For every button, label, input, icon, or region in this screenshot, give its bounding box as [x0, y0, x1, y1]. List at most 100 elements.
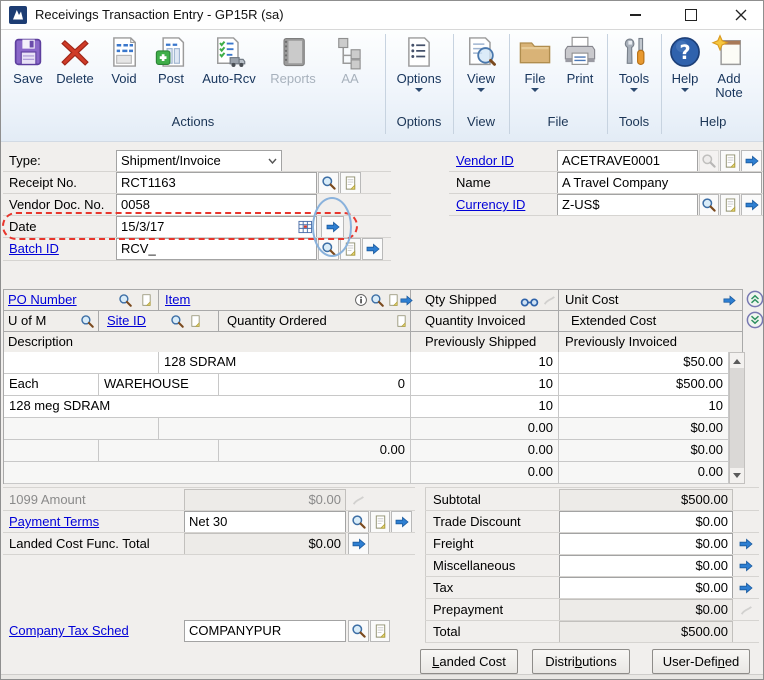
site-id-lookup-icon[interactable] — [169, 313, 185, 329]
landed-cost-total-expansion-button[interactable] — [348, 533, 369, 555]
item-lookup-icon[interactable] — [369, 292, 385, 308]
cell-u-of-m[interactable]: Each — [4, 374, 99, 396]
vendor-id-expansion-button[interactable] — [741, 150, 762, 172]
receipt-no-lookup-button[interactable] — [318, 172, 339, 194]
tax-expansion-button[interactable] — [735, 577, 756, 599]
u-of-m-lookup-icon[interactable] — [79, 313, 95, 329]
grid-scrollbar[interactable] — [729, 352, 745, 484]
cell-quantity-invoiced[interactable]: 0.00 — [411, 440, 559, 462]
vendor-doc-no-field[interactable]: 0058 — [116, 194, 317, 216]
cell-extended-cost[interactable]: $500.00 — [559, 374, 729, 396]
calendar-icon[interactable] — [298, 220, 313, 234]
cell-quantity-invoiced[interactable]: 10 — [411, 374, 559, 396]
cell-item[interactable]: 128 SDRAM — [159, 352, 411, 374]
delete-button[interactable]: Delete — [51, 33, 99, 86]
quantity-ordered-note-icon[interactable] — [393, 313, 409, 329]
payment-terms-note-button[interactable] — [370, 511, 390, 533]
payment-terms-field[interactable]: Net 30 — [184, 511, 346, 533]
site-id-note-icon[interactable] — [187, 313, 203, 329]
company-tax-sched-label[interactable]: Company Tax Sched — [9, 620, 129, 642]
scroll-up-button[interactable] — [730, 353, 744, 368]
tax-field[interactable]: $0.00 — [559, 577, 733, 599]
view-button[interactable]: View — [459, 33, 503, 96]
currency-id-field[interactable]: Z-US$ — [557, 194, 698, 216]
hide-details-button[interactable] — [746, 311, 763, 329]
currency-id-label[interactable]: Currency ID — [456, 194, 525, 216]
payment-terms-label[interactable]: Payment Terms — [9, 511, 99, 533]
company-tax-sched-note-button[interactable] — [370, 620, 390, 642]
cell-unit-cost[interactable]: $0.00 — [559, 418, 729, 440]
vendor-id-field[interactable]: ACETRAVE0001 — [557, 150, 698, 172]
help-button[interactable]: ? Help — [665, 33, 705, 96]
cell-qty-shipped[interactable]: 0.00 — [411, 418, 559, 440]
cell-quantity-ordered[interactable]: 0 — [219, 374, 411, 396]
cell-item[interactable] — [159, 418, 411, 440]
item-expansion-arrow-icon[interactable] — [398, 292, 414, 308]
void-button[interactable]: Void — [103, 33, 145, 86]
batch-id-expansion-button[interactable] — [362, 238, 383, 260]
date-field[interactable]: 15/3/17 — [116, 216, 317, 238]
cell-previously-shipped[interactable]: 0.00 — [411, 462, 559, 484]
cell-quantity-ordered[interactable]: 0.00 — [219, 440, 411, 462]
save-button[interactable]: Save — [7, 33, 49, 86]
po-number-lookup-icon[interactable] — [117, 292, 133, 308]
vendor-id-label[interactable]: Vendor ID — [456, 150, 514, 172]
po-number-note-icon[interactable] — [138, 292, 154, 308]
cell-po-number[interactable] — [4, 418, 159, 440]
cell-description[interactable] — [4, 462, 411, 484]
payment-terms-lookup-button[interactable] — [348, 511, 369, 533]
freight-field[interactable]: $0.00 — [559, 533, 733, 555]
user-defined-button[interactable]: User-Defined — [652, 649, 750, 674]
minimize-button[interactable] — [613, 1, 657, 29]
show-details-button[interactable] — [746, 290, 763, 308]
landed-cost-button[interactable]: Landed Cost — [420, 649, 518, 674]
auto-rcv-button[interactable]: Auto-Rcv — [197, 33, 261, 86]
cell-previously-invoiced[interactable]: 10 — [559, 396, 729, 418]
cell-previously-shipped[interactable]: 10 — [411, 396, 559, 418]
currency-id-expansion-button[interactable] — [741, 194, 762, 216]
add-note-button[interactable]: Add Note — [707, 33, 751, 100]
cell-extended-cost[interactable]: $0.00 — [559, 440, 729, 462]
name-field[interactable]: A Travel Company — [557, 172, 762, 194]
receipt-no-field[interactable]: RCT1163 — [116, 172, 317, 194]
cell-description[interactable]: 128 meg SDRAM — [4, 396, 411, 418]
type-dropdown[interactable]: Shipment/Invoice — [116, 150, 282, 172]
cell-previously-invoiced[interactable]: 0.00 — [559, 462, 729, 484]
payment-terms-expansion-button[interactable] — [391, 511, 412, 533]
currency-id-lookup-button[interactable] — [699, 194, 719, 216]
file-button[interactable]: File — [515, 33, 555, 96]
miscellaneous-field[interactable]: $0.00 — [559, 555, 733, 577]
close-button[interactable] — [719, 1, 763, 29]
currency-id-note-button[interactable] — [720, 194, 740, 216]
tools-button[interactable]: Tools — [611, 33, 657, 96]
unit-cost-expansion-arrow-icon[interactable] — [721, 292, 737, 308]
date-expansion-button[interactable] — [321, 216, 344, 238]
miscellaneous-expansion-button[interactable] — [735, 555, 756, 577]
post-button[interactable]: Post — [149, 33, 193, 86]
company-tax-sched-lookup-button[interactable] — [348, 620, 369, 642]
cell-qty-shipped[interactable]: 10 — [411, 352, 559, 374]
company-tax-sched-field[interactable]: COMPANYPUR — [184, 620, 346, 642]
group-label-tools: Tools — [618, 114, 650, 129]
receipt-no-note-button[interactable] — [340, 172, 361, 194]
cell-u-of-m[interactable] — [4, 440, 99, 462]
header-po-number[interactable]: PO Number — [4, 290, 159, 311]
batch-id-note-button[interactable] — [340, 238, 361, 260]
qty-shipped-link-icon[interactable] — [519, 294, 539, 310]
cell-site-id[interactable] — [99, 440, 219, 462]
batch-id-label[interactable]: Batch ID — [9, 238, 59, 260]
freight-expansion-button[interactable] — [735, 533, 756, 555]
options-button[interactable]: Options — [391, 33, 447, 96]
print-button[interactable]: Print — [557, 33, 603, 86]
trade-discount-field[interactable]: $0.00 — [559, 511, 733, 533]
vendor-id-note-button[interactable] — [720, 150, 740, 172]
batch-id-lookup-button[interactable] — [318, 238, 339, 260]
cell-po-number[interactable] — [4, 352, 159, 374]
batch-id-field[interactable]: RCV_ — [116, 238, 317, 260]
scroll-down-button[interactable] — [730, 468, 744, 483]
distributions-button[interactable]: Distributions — [532, 649, 630, 674]
maximize-button[interactable] — [669, 1, 713, 29]
cell-site-id[interactable]: WAREHOUSE — [99, 374, 219, 396]
item-info-icon[interactable] — [353, 292, 369, 308]
cell-unit-cost[interactable]: $50.00 — [559, 352, 729, 374]
